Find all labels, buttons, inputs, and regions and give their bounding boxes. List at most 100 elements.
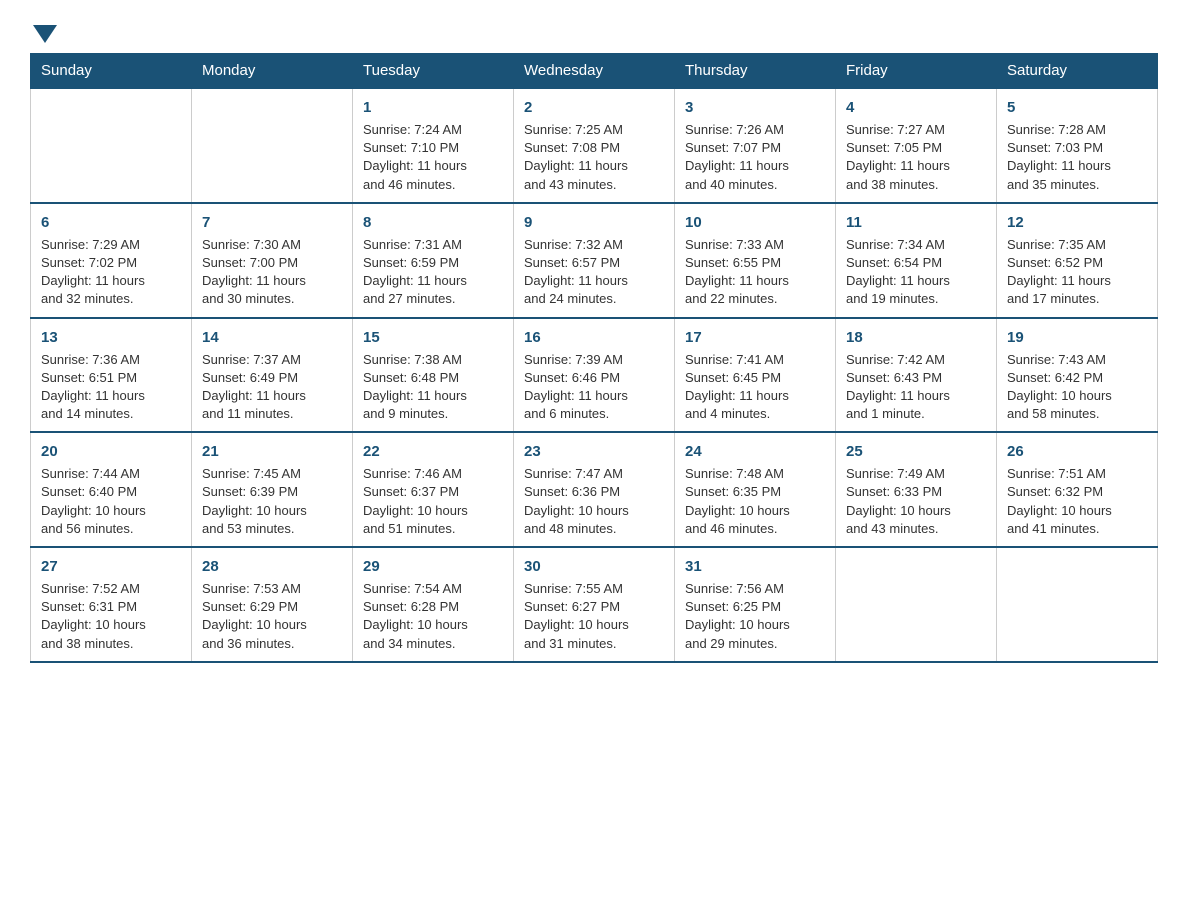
day-info: Daylight: 11 hours [685, 272, 825, 290]
day-info: and 30 minutes. [202, 290, 342, 308]
calendar-table: SundayMondayTuesdayWednesdayThursdayFrid… [30, 53, 1158, 663]
day-info: Daylight: 10 hours [685, 502, 825, 520]
day-info: Daylight: 11 hours [524, 157, 664, 175]
day-info: Daylight: 10 hours [363, 616, 503, 634]
calendar-cell [31, 88, 192, 203]
day-info: and 46 minutes. [363, 176, 503, 194]
day-info: and 9 minutes. [363, 405, 503, 423]
day-number: 2 [524, 97, 664, 118]
weekday-header-tuesday: Tuesday [353, 54, 514, 89]
day-info: Sunset: 6:55 PM [685, 254, 825, 272]
day-info: Sunrise: 7:51 AM [1007, 465, 1147, 483]
day-info: Sunset: 6:27 PM [524, 598, 664, 616]
day-info: Sunrise: 7:39 AM [524, 351, 664, 369]
day-number: 6 [41, 212, 181, 233]
day-info: Daylight: 10 hours [524, 502, 664, 520]
day-info: and 4 minutes. [685, 405, 825, 423]
day-info: Daylight: 10 hours [202, 616, 342, 634]
day-info: Sunset: 6:28 PM [363, 598, 503, 616]
calendar-cell: 23Sunrise: 7:47 AMSunset: 6:36 PMDayligh… [514, 432, 675, 547]
day-info: and 34 minutes. [363, 635, 503, 653]
calendar-cell: 14Sunrise: 7:37 AMSunset: 6:49 PMDayligh… [192, 318, 353, 433]
day-info: Sunrise: 7:37 AM [202, 351, 342, 369]
day-info: Daylight: 10 hours [41, 502, 181, 520]
day-info: Daylight: 11 hours [41, 272, 181, 290]
calendar-cell: 19Sunrise: 7:43 AMSunset: 6:42 PMDayligh… [997, 318, 1158, 433]
day-number: 28 [202, 556, 342, 577]
calendar-week-row: 6Sunrise: 7:29 AMSunset: 7:02 PMDaylight… [31, 203, 1158, 318]
day-info: Daylight: 11 hours [524, 387, 664, 405]
day-info: and 14 minutes. [41, 405, 181, 423]
day-info: Daylight: 11 hours [363, 387, 503, 405]
day-info: Sunrise: 7:44 AM [41, 465, 181, 483]
day-info: Daylight: 10 hours [685, 616, 825, 634]
calendar-cell: 12Sunrise: 7:35 AMSunset: 6:52 PMDayligh… [997, 203, 1158, 318]
calendar-cell: 26Sunrise: 7:51 AMSunset: 6:32 PMDayligh… [997, 432, 1158, 547]
logo [30, 20, 60, 43]
day-info: Sunset: 7:00 PM [202, 254, 342, 272]
day-info: and 22 minutes. [685, 290, 825, 308]
day-number: 12 [1007, 212, 1147, 233]
calendar-cell: 17Sunrise: 7:41 AMSunset: 6:45 PMDayligh… [675, 318, 836, 433]
calendar-cell: 28Sunrise: 7:53 AMSunset: 6:29 PMDayligh… [192, 547, 353, 662]
calendar-cell: 18Sunrise: 7:42 AMSunset: 6:43 PMDayligh… [836, 318, 997, 433]
calendar-cell: 5Sunrise: 7:28 AMSunset: 7:03 PMDaylight… [997, 88, 1158, 203]
day-number: 18 [846, 327, 986, 348]
day-info: and 41 minutes. [1007, 520, 1147, 538]
day-info: and 11 minutes. [202, 405, 342, 423]
calendar-cell: 29Sunrise: 7:54 AMSunset: 6:28 PMDayligh… [353, 547, 514, 662]
weekday-header-monday: Monday [192, 54, 353, 89]
day-info: Daylight: 11 hours [846, 387, 986, 405]
calendar-cell: 9Sunrise: 7:32 AMSunset: 6:57 PMDaylight… [514, 203, 675, 318]
day-info: Sunrise: 7:48 AM [685, 465, 825, 483]
day-info: and 32 minutes. [41, 290, 181, 308]
day-info: and 51 minutes. [363, 520, 503, 538]
day-info: and 31 minutes. [524, 635, 664, 653]
day-info: Sunrise: 7:24 AM [363, 121, 503, 139]
day-info: and 53 minutes. [202, 520, 342, 538]
day-number: 24 [685, 441, 825, 462]
day-info: and 46 minutes. [685, 520, 825, 538]
day-info: Sunset: 6:57 PM [524, 254, 664, 272]
day-info: and 43 minutes. [524, 176, 664, 194]
day-info: Daylight: 10 hours [846, 502, 986, 520]
day-info: Sunrise: 7:30 AM [202, 236, 342, 254]
calendar-week-row: 20Sunrise: 7:44 AMSunset: 6:40 PMDayligh… [31, 432, 1158, 547]
day-info: Sunset: 6:59 PM [363, 254, 503, 272]
calendar-cell: 24Sunrise: 7:48 AMSunset: 6:35 PMDayligh… [675, 432, 836, 547]
day-info: and 36 minutes. [202, 635, 342, 653]
day-number: 4 [846, 97, 986, 118]
day-info: Sunrise: 7:54 AM [363, 580, 503, 598]
day-info: Sunset: 6:54 PM [846, 254, 986, 272]
day-info: Daylight: 11 hours [363, 272, 503, 290]
day-info: Sunrise: 7:34 AM [846, 236, 986, 254]
day-info: and 27 minutes. [363, 290, 503, 308]
day-info: Sunset: 6:32 PM [1007, 483, 1147, 501]
calendar-cell: 15Sunrise: 7:38 AMSunset: 6:48 PMDayligh… [353, 318, 514, 433]
day-info: Sunrise: 7:35 AM [1007, 236, 1147, 254]
day-info: Sunrise: 7:32 AM [524, 236, 664, 254]
day-info: Sunrise: 7:28 AM [1007, 121, 1147, 139]
calendar-cell: 3Sunrise: 7:26 AMSunset: 7:07 PMDaylight… [675, 88, 836, 203]
calendar-cell: 27Sunrise: 7:52 AMSunset: 6:31 PMDayligh… [31, 547, 192, 662]
weekday-header-saturday: Saturday [997, 54, 1158, 89]
weekday-header-thursday: Thursday [675, 54, 836, 89]
day-info: and 58 minutes. [1007, 405, 1147, 423]
day-number: 19 [1007, 327, 1147, 348]
day-info: Sunset: 7:08 PM [524, 139, 664, 157]
day-number: 22 [363, 441, 503, 462]
day-info: Daylight: 10 hours [202, 502, 342, 520]
day-info: Sunrise: 7:29 AM [41, 236, 181, 254]
day-info: Sunrise: 7:56 AM [685, 580, 825, 598]
day-number: 13 [41, 327, 181, 348]
day-info: Sunrise: 7:55 AM [524, 580, 664, 598]
calendar-cell: 20Sunrise: 7:44 AMSunset: 6:40 PMDayligh… [31, 432, 192, 547]
day-info: Daylight: 10 hours [1007, 502, 1147, 520]
day-info: Sunset: 6:42 PM [1007, 369, 1147, 387]
day-info: Daylight: 11 hours [1007, 157, 1147, 175]
page-header [30, 20, 1158, 43]
calendar-cell: 6Sunrise: 7:29 AMSunset: 7:02 PMDaylight… [31, 203, 192, 318]
day-info: Sunrise: 7:42 AM [846, 351, 986, 369]
day-info: and 56 minutes. [41, 520, 181, 538]
day-info: Sunrise: 7:53 AM [202, 580, 342, 598]
